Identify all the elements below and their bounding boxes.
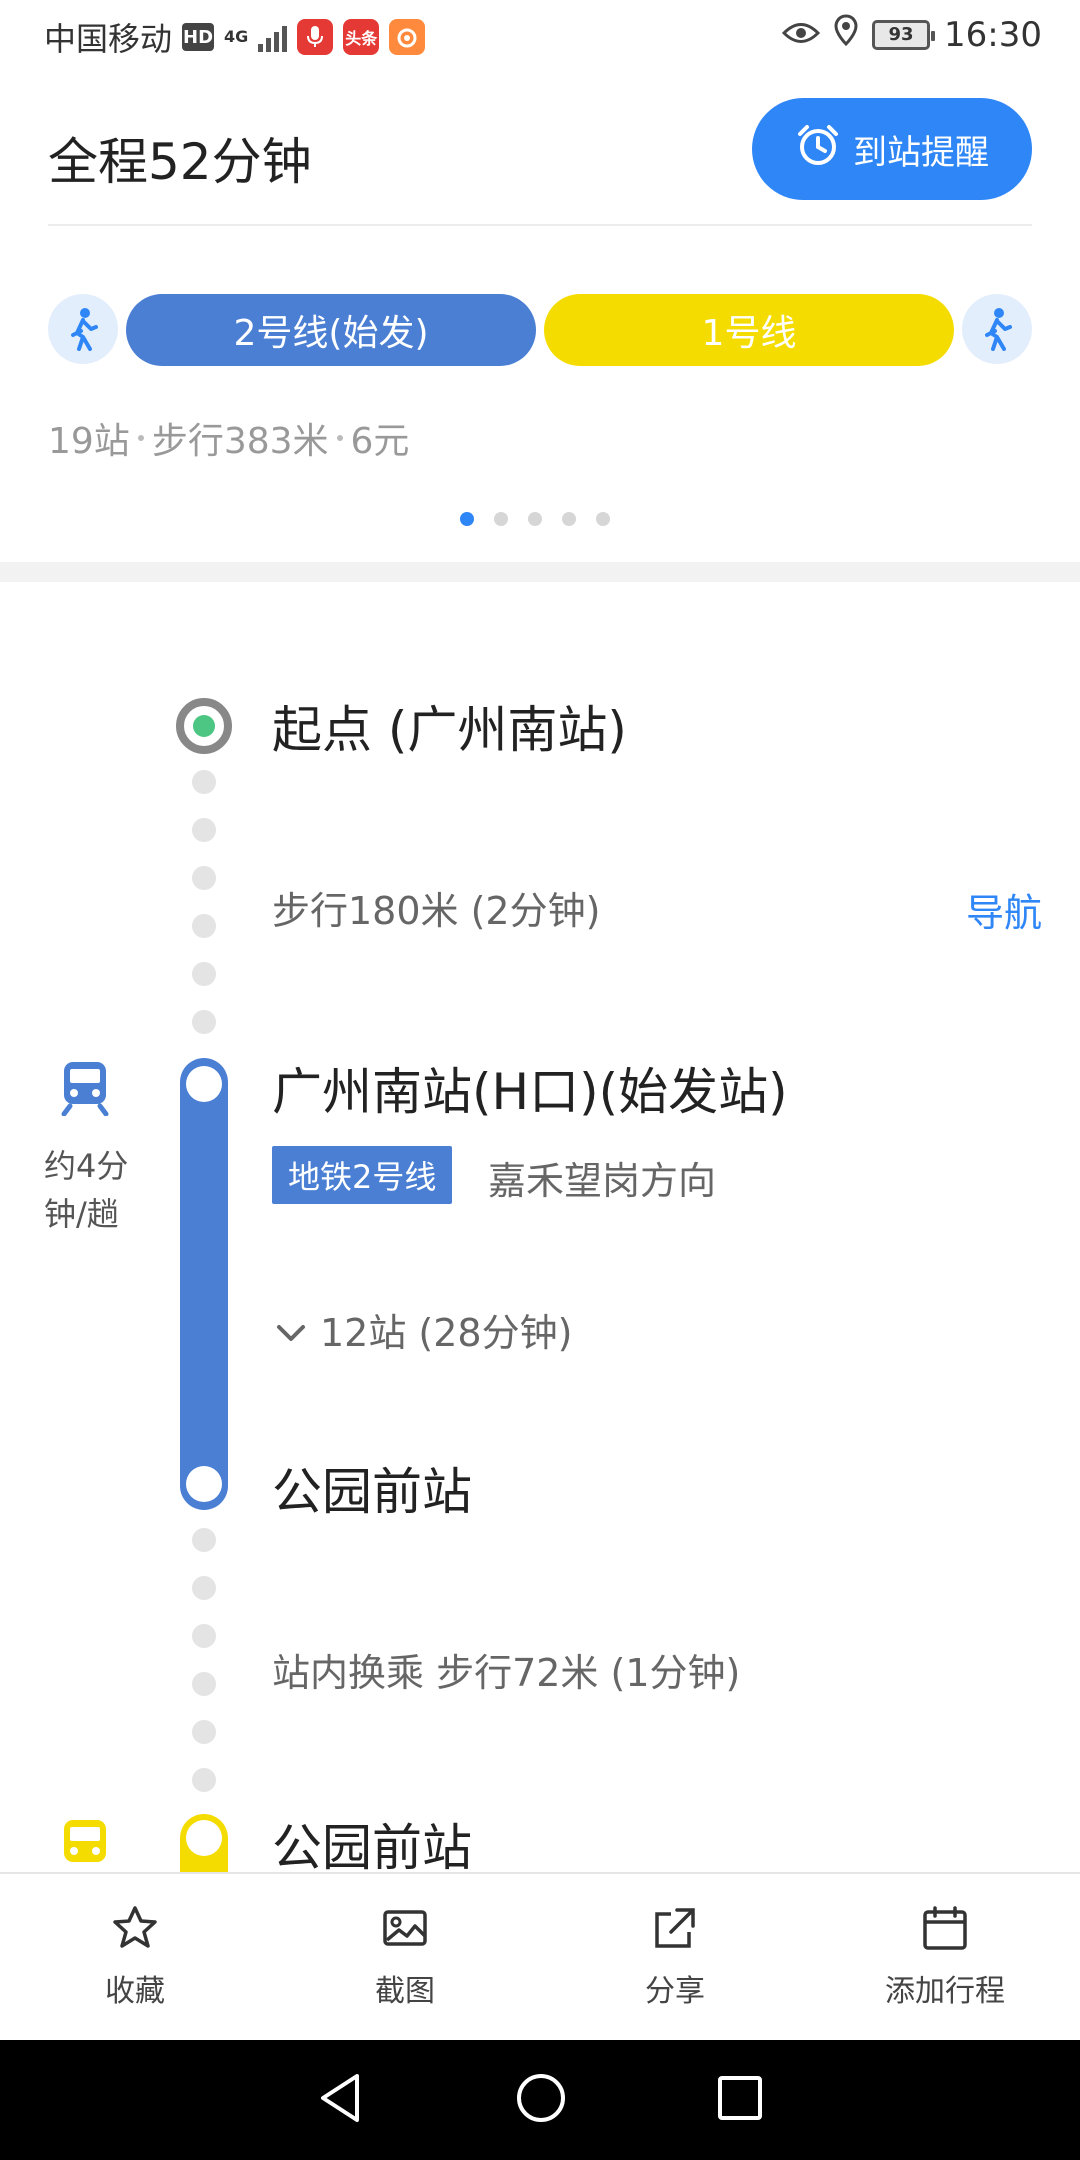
chevron-down-icon [276,1308,306,1352]
share-button[interactable]: 分享 [540,1874,810,2040]
section-separator [0,562,1080,582]
route-summary: 全程52分钟 到站提醒 2号线(始发) 1号线 19站 步行383米 6元 [0,72,1080,562]
train-frequency: 约4分钟/趟 [44,1147,129,1233]
route-timeline: 起点 (广州南站) 步行180米 (2分钟) 导航 约4分钟/趟 广州南站(H口… [0,582,1080,1877]
pager-dot[interactable] [596,512,610,526]
metro-train-icon [60,1060,110,1120]
transfer-dot [192,1720,216,1744]
walk-dot [192,818,216,842]
transfer-dot [192,1672,216,1696]
line-2-pill[interactable]: 2号线(始发) [126,294,536,366]
line-2-ride-bar [180,1058,228,1510]
toutiao-app-icon: 头条 [343,19,380,55]
eye-icon [781,15,821,55]
line-1-pill[interactable]: 1号线 [544,294,954,366]
divider [48,224,1032,226]
fare: 6元 [350,421,410,462]
back-icon[interactable] [317,2072,365,2128]
walk-distance: 步行383米 [151,421,329,462]
walk-start-icon [48,294,118,364]
alarm-clock-icon [795,122,841,177]
line-1-station-node [180,1814,228,1872]
favorite-label: 收藏 [105,1974,165,2009]
arrival-alert-label: 到站提醒 [853,132,989,173]
bottom-toolbar: 收藏 截图 分享 添加行程 [0,1872,1080,2040]
walk-segment-text: 步行180米 (2分钟) [272,889,601,933]
location-icon [834,14,858,55]
screenshot-label: 截图 [375,1974,435,2009]
navigation-link[interactable]: 导航 [966,882,1042,937]
image-icon [381,1904,429,1956]
battery-icon: 93 [872,19,936,50]
screenshot-button[interactable]: 截图 [270,1874,540,2040]
board-station-name: 广州南站(H口)(始发站) [272,1063,788,1121]
start-point-label: 起点 (广州南站) [272,701,627,759]
ride-summary: 12站 (28分钟) [320,1311,573,1355]
separator-dot [137,435,144,441]
voice-app-icon [297,19,334,55]
walk-dot [192,1010,216,1034]
expand-stops-toggle[interactable]: 12站 (28分钟) [276,1302,572,1357]
pager-dot[interactable] [562,512,576,526]
stop-count: 19站 [48,421,130,462]
walk-dot [192,866,216,890]
transfer-dot [192,1624,216,1648]
walk-dot [192,914,216,938]
transfer-text: 站内换乘 步行72米 (1分钟) [272,1651,741,1695]
route-meta: 19站 步行383米 6元 [48,412,409,464]
hd-badge: HD [182,23,215,51]
favorite-button[interactable]: 收藏 [0,1874,270,2040]
status-bar: 中国移动 HD 4G 头条 93 16:30 [0,0,1080,72]
clock-time: 16:30 [944,14,1042,55]
calendar-icon [921,1904,969,1956]
share-icon [651,1904,699,1956]
add-trip-label: 添加行程 [885,1974,1005,2009]
system-nav-bar [0,2040,1080,2160]
home-icon[interactable] [515,2072,567,2128]
pager-dot[interactable] [528,512,542,526]
pager-dot[interactable] [494,512,508,526]
walk-dot [192,770,216,794]
uc-browser-icon [389,19,426,55]
direction-text: 嘉禾望岗方向 [488,1159,717,1203]
network-type: 4G [224,27,249,46]
start-point-marker [176,698,232,754]
signal-icon [258,22,288,52]
metro-train-icon-yellow [60,1818,110,1876]
alight-station-name: 公园前站 [272,1463,472,1521]
plan-pager[interactable] [460,512,610,526]
walk-dot [192,962,216,986]
recents-icon[interactable] [717,2075,763,2125]
transfer-dot [192,1528,216,1552]
status-right: 93 16:30 [781,14,1042,55]
separator-dot [336,435,343,441]
route-segments-bar: 2号线(始发) 1号线 [48,290,1032,368]
transfer-dot [192,1576,216,1600]
line-tag: 地铁2号线 [272,1146,453,1204]
alight-station-node [186,1466,222,1502]
star-icon [111,1904,159,1956]
next-station-name: 公园前站 [272,1819,472,1877]
status-left: 中国移动 HD 4G 头条 [44,14,426,60]
add-trip-button[interactable]: 添加行程 [810,1874,1080,2040]
pager-dot[interactable] [460,512,474,526]
transfer-dot [192,1768,216,1792]
board-station-node [186,1066,222,1102]
walk-end-icon [962,294,1032,364]
share-label: 分享 [645,1974,705,2009]
carrier-name: 中国移动 [44,20,173,58]
arrival-alert-button[interactable]: 到站提醒 [752,98,1032,200]
total-time: 全程52分钟 [48,133,312,191]
